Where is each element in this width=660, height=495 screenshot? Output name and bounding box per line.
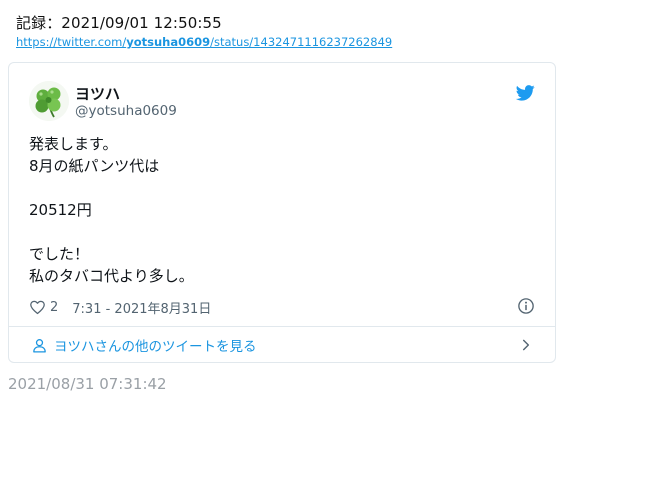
more-tweets-link[interactable]: ヨツハさんの他のツイートを見る	[31, 335, 257, 355]
tweet-line: でした！	[29, 245, 90, 263]
tweet-saved-date: 2021/08/31 07:31:42	[8, 375, 167, 393]
tweet-line: 発表します。	[29, 135, 118, 153]
like-count[interactable]: 2	[50, 300, 58, 315]
info-icon[interactable]	[517, 297, 535, 315]
chevron-right-icon[interactable]	[519, 338, 533, 352]
more-tweets-label: ヨツハさんの他のツイートを見る	[54, 339, 257, 355]
tweet-body: 発表します。 8月の紙パンツ代は 20512円 でした！ 私のタバコ代より多し。	[29, 133, 529, 287]
user-handle[interactable]: @yotsuha0609	[75, 103, 177, 119]
tweet-line: 20512円	[29, 201, 92, 219]
tweet-line	[29, 221, 529, 243]
tweet-timestamp[interactable]: 7:31 - 2021年8月31日	[72, 298, 211, 317]
avatar[interactable]	[29, 81, 69, 121]
tweet-url-suffix: /status/1432471116237262849	[210, 35, 393, 49]
tweet-meta-row: 2 7:31 - 2021年8月31日	[29, 297, 211, 317]
tweet-line: 私のタバコ代より多し。	[29, 267, 194, 285]
person-icon	[33, 338, 46, 353]
tweet-url-user: yotsuha0609	[126, 35, 211, 49]
record-timestamp: 記録：2021/09/01 12:50:55	[16, 14, 222, 32]
tweet-url-link[interactable]: https://twitter.com/yotsuha0609/status/1…	[16, 35, 392, 49]
card-divider	[9, 326, 555, 327]
tweet-line: 8月の紙パンツ代は	[29, 157, 160, 175]
embedded-tweet-card: ヨツハ @yotsuha0609 発表します。 8月の紙パンツ代は 20512円…	[8, 62, 556, 363]
tweet-line	[29, 177, 529, 199]
display-name[interactable]: ヨツハ	[75, 83, 120, 104]
heart-icon[interactable]	[29, 299, 46, 316]
clover-avatar-icon	[29, 81, 69, 121]
tweet-url-prefix: https://twitter.com/	[16, 35, 127, 49]
twitter-bird-icon[interactable]	[516, 85, 535, 101]
